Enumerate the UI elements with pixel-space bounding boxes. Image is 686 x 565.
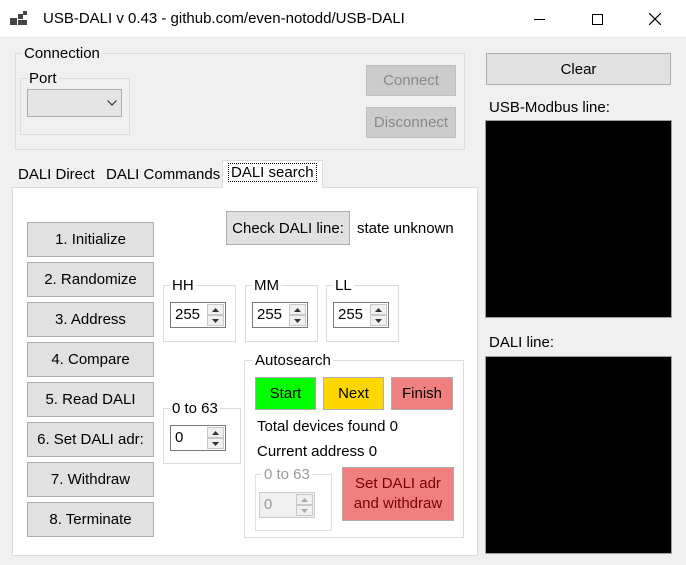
maximize-button[interactable] — [568, 0, 626, 38]
ll-value: 255 — [338, 306, 364, 323]
set-adr-withdraw-line2: and withdraw — [353, 495, 443, 512]
autosearch-range-value: 0 — [264, 496, 273, 513]
minimize-icon — [533, 18, 545, 20]
initialize-button[interactable]: 1. Initialize — [27, 222, 154, 257]
spin-down-icon[interactable] — [296, 505, 313, 516]
terminate-button[interactable]: 8. Terminate — [27, 502, 154, 537]
spin-up-icon[interactable] — [207, 427, 224, 438]
port-select[interactable] — [27, 89, 122, 117]
total-devices-label: Total devices found 0 — [257, 418, 398, 435]
spin-up-icon[interactable] — [296, 494, 313, 505]
autosearch-range-spinner[interactable]: 0 — [259, 492, 315, 518]
set-adr-withdraw-button[interactable]: Set DALI adr and withdraw — [342, 467, 454, 521]
finish-button[interactable]: Finish — [391, 377, 453, 410]
disconnect-button[interactable]: Disconnect — [366, 107, 456, 138]
spin-down-icon[interactable] — [289, 315, 306, 326]
read-dali-button[interactable]: 5. Read DALI — [27, 382, 154, 417]
mm-spinner[interactable]: 255 — [252, 302, 308, 328]
line-state-label: state unknown — [357, 220, 454, 237]
hh-spinner[interactable]: 255 — [170, 302, 226, 328]
port-legend: Port — [27, 70, 59, 87]
set-adr-withdraw-line1: Set DALI adr — [355, 475, 441, 492]
chevron-down-icon — [107, 100, 117, 106]
spin-up-icon[interactable] — [207, 304, 224, 315]
address-button[interactable]: 3. Address — [27, 302, 154, 337]
range-value: 0 — [175, 429, 184, 446]
spin-up-icon[interactable] — [289, 304, 306, 315]
spin-up-icon[interactable] — [370, 304, 387, 315]
range-spinner[interactable]: 0 — [170, 425, 226, 451]
tab-dali-search-label: DALI search — [228, 163, 317, 182]
maximize-icon — [591, 13, 603, 25]
modbus-log-area[interactable] — [485, 120, 672, 318]
connection-legend: Connection — [22, 45, 102, 62]
close-icon — [649, 13, 661, 25]
compare-button[interactable]: 4. Compare — [27, 342, 154, 377]
close-button[interactable] — [626, 0, 684, 38]
spin-down-icon[interactable] — [370, 315, 387, 326]
clear-button[interactable]: Clear — [486, 53, 671, 85]
check-dali-line-button[interactable]: Check DALI line: — [226, 211, 350, 245]
tab-dali-direct[interactable]: DALI Direct — [13, 164, 100, 187]
mm-value: 255 — [257, 306, 283, 323]
mm-legend: MM — [252, 277, 281, 294]
next-button[interactable]: Next — [323, 377, 384, 410]
title-bar: USB-DALI v 0.43 - github.com/even-notodd… — [0, 0, 686, 38]
modbus-line-label: USB-Modbus line: — [489, 99, 610, 116]
hh-legend: HH — [170, 277, 196, 294]
start-button[interactable]: Start — [255, 377, 316, 410]
spin-down-icon[interactable] — [207, 438, 224, 449]
range-legend: 0 to 63 — [170, 400, 220, 417]
current-address-label: Current address 0 — [257, 443, 378, 460]
withdraw-button[interactable]: 7. Withdraw — [27, 462, 154, 497]
minimize-button[interactable] — [510, 0, 568, 38]
tab-dali-commands[interactable]: DALI Commands — [101, 164, 225, 187]
ll-spinner[interactable]: 255 — [333, 302, 389, 328]
tab-dali-search[interactable]: DALI search — [222, 160, 323, 188]
app-icon — [10, 11, 27, 25]
randomize-button[interactable]: 2. Randomize — [27, 262, 154, 297]
spin-down-icon[interactable] — [207, 315, 224, 326]
hh-value: 255 — [175, 306, 201, 323]
ll-legend: LL — [333, 277, 354, 294]
connect-button[interactable]: Connect — [366, 65, 456, 96]
autosearch-legend: Autosearch — [253, 352, 333, 369]
window-title: USB-DALI v 0.43 - github.com/even-notodd… — [43, 10, 405, 27]
set-dali-adr-button[interactable]: 6. Set DALI adr: — [27, 422, 154, 457]
dali-log-area[interactable] — [485, 356, 672, 554]
dali-line-label: DALI line: — [489, 334, 555, 351]
autosearch-range-legend: 0 to 63 — [262, 466, 312, 483]
